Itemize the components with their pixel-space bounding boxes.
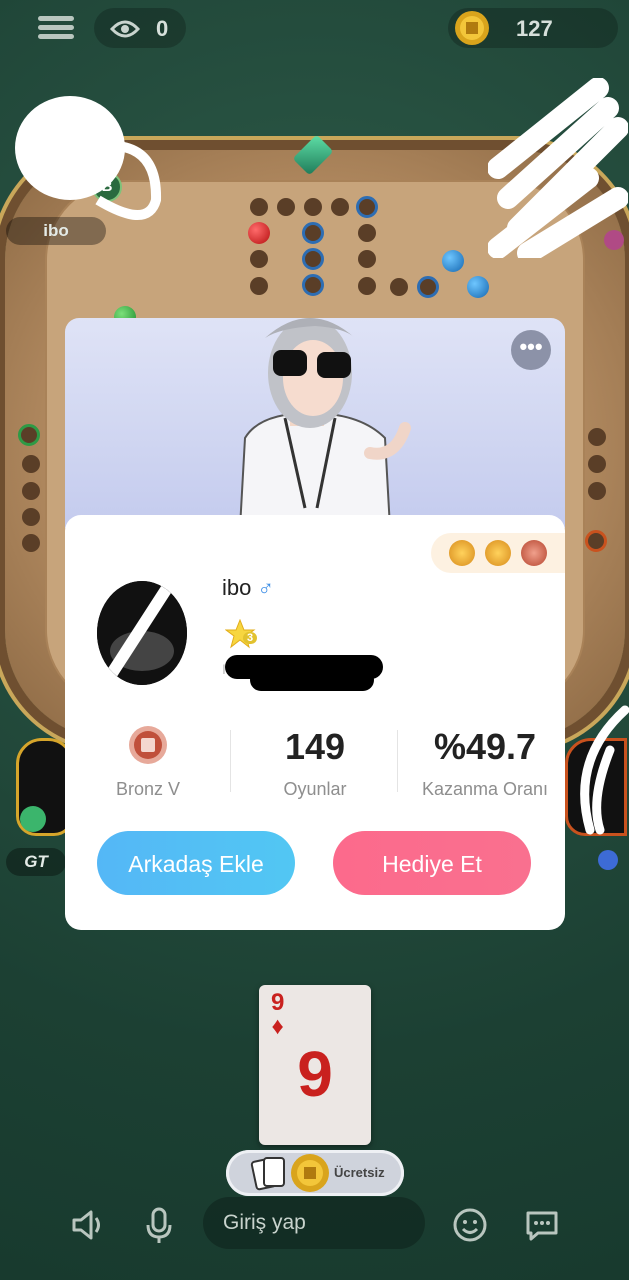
privacy-scribble-right [488, 78, 628, 258]
board-hole [358, 224, 376, 242]
red-piece[interactable] [248, 222, 270, 244]
board-slot [18, 424, 40, 446]
board-hole [588, 482, 606, 500]
badge-mic-icon [485, 540, 511, 566]
viewer-count: 0 [156, 16, 169, 41]
privacy-scribble-left [15, 96, 162, 220]
board-slot [302, 222, 324, 244]
board-hole [250, 198, 268, 216]
games-label: Oyunlar [283, 779, 347, 799]
board-hole [588, 428, 606, 446]
avatar[interactable] [97, 581, 187, 685]
chat-input[interactable]: Giriş yap [203, 1197, 425, 1249]
board-slot [356, 196, 378, 218]
emoji-icon[interactable] [448, 1203, 492, 1247]
cards-icon [250, 1157, 285, 1191]
board-hole [22, 482, 40, 500]
send-gift-button[interactable]: Hediye Et [333, 831, 531, 895]
board-slot [585, 530, 607, 552]
menu-icon[interactable] [38, 12, 74, 44]
board-hole [22, 455, 40, 473]
add-friend-button[interactable]: Arkadaş Ekle [97, 831, 295, 895]
board-hole [331, 198, 349, 216]
board-hole [250, 277, 268, 295]
speaker-icon[interactable] [66, 1203, 110, 1247]
badge-gold-icon [449, 540, 475, 566]
stat-divider [230, 730, 231, 792]
character-illustration [238, 318, 411, 528]
username-text: ibo [222, 575, 252, 600]
more-options-button[interactable]: ••• [511, 330, 551, 370]
board-hole [22, 508, 40, 526]
coin-icon [455, 11, 489, 45]
rank-label: Bronz V [115, 779, 181, 799]
stat-divider [397, 730, 398, 792]
card-suit: ♦ [271, 1013, 284, 1040]
board-hole [22, 534, 40, 552]
free-card-button[interactable]: Ücretsiz [226, 1150, 404, 1196]
avatar-image [97, 581, 187, 685]
card-corner: 9 ♦ [271, 991, 284, 1039]
card-corner-rank: 9 [271, 989, 285, 1016]
coin-balance-pill[interactable]: 127 [448, 8, 618, 48]
level-badge: 3 [224, 618, 259, 656]
board-hole [390, 278, 408, 296]
bronze-rank-icon [129, 726, 167, 764]
privacy-scribble-right-lower [580, 705, 629, 835]
board-hole [277, 198, 295, 216]
coin-count: 127 [516, 16, 553, 41]
blue-piece[interactable] [442, 250, 464, 272]
board-slot [302, 248, 324, 270]
win-rate-label: Kazanma Oranı [421, 779, 549, 799]
stat-rank[interactable]: Bronz V [83, 725, 213, 800]
profile-card: ibo ♂ 3 ID: Bronz V 149 Oyunlar %49.7 Ka… [65, 515, 565, 930]
stat-games: 149 Oyunlar [250, 725, 380, 800]
board-hole [304, 198, 322, 216]
badge-bronze-icon [521, 540, 547, 566]
board-slot [417, 276, 439, 298]
microphone-icon[interactable] [137, 1203, 181, 1247]
board-hole [588, 455, 606, 473]
profile-username: ibo ♂ [222, 575, 274, 601]
player-name-left: GT [6, 848, 66, 876]
board-slot [302, 274, 324, 296]
card-rank: 9 [297, 1038, 333, 1110]
redaction-mark [250, 669, 374, 691]
achievement-badges[interactable] [431, 533, 565, 573]
chat-bubble-icon[interactable] [520, 1203, 564, 1247]
coin-icon [291, 1154, 329, 1192]
viewer-count-pill: 0 [94, 8, 186, 48]
board-hole [358, 250, 376, 268]
win-rate-value: %49.7 [433, 726, 537, 767]
top-bar: 0 127 [0, 0, 629, 58]
level-number: 3 [243, 632, 258, 644]
eye-icon [110, 20, 140, 38]
stat-win-rate: %49.7 Kazanma Oranı [410, 725, 560, 800]
rank-badge [83, 725, 213, 769]
male-icon [598, 850, 618, 870]
board-hole [250, 250, 268, 268]
current-card[interactable]: 9 ♦ 9 [259, 985, 371, 1145]
profile-3d-avatar [65, 318, 565, 528]
male-gender-icon: ♂ [257, 575, 274, 600]
free-label: Ücretsiz [334, 1165, 385, 1180]
blue-piece[interactable] [467, 276, 489, 298]
games-count: 149 [284, 726, 346, 767]
board-hole [358, 277, 376, 295]
bottom-bar: Giriş yap [0, 1195, 629, 1255]
mic-icon[interactable] [20, 806, 46, 832]
